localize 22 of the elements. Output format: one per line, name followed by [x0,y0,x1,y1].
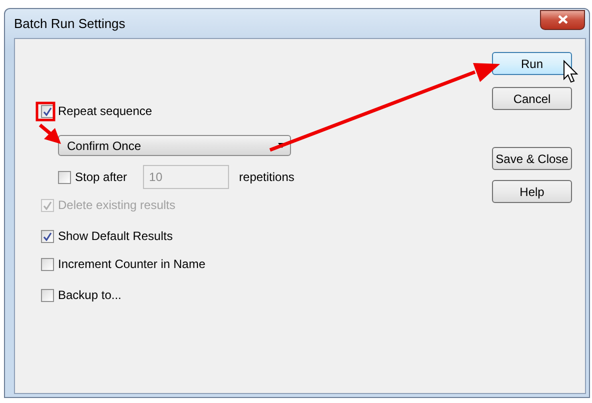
annotation-arrow [38,124,61,144]
checkbox[interactable] [58,170,71,184]
close-icon [558,15,568,24]
checkbox-label: Show Default Results [58,229,173,243]
checkbox[interactable] [41,230,54,242]
checkbox-label: Delete existing results [58,198,176,212]
checkbox[interactable] [41,258,54,270]
checkbox-label: Stop after [75,170,128,184]
highlight-frame [36,102,56,122]
unit-label: repetitions [239,170,294,184]
checkbox[interactable] [41,104,54,118]
checkbox-label: Increment Counter in Name [58,257,206,271]
window-title: Batch Run Settings [14,16,126,31]
dialog-button[interactable]: Run [492,52,572,75]
dialog-button[interactable]: Help [492,180,572,203]
checkbox-label: Backup to... [58,288,122,302]
checkbox-label: Repeat sequence [58,104,152,118]
dialog-button[interactable]: Save & Close [492,147,572,170]
close-button[interactable] [540,10,585,30]
dialog-button[interactable]: Cancel [492,87,572,110]
checkbox[interactable] [41,288,54,302]
mouse-cursor-icon [564,60,578,83]
